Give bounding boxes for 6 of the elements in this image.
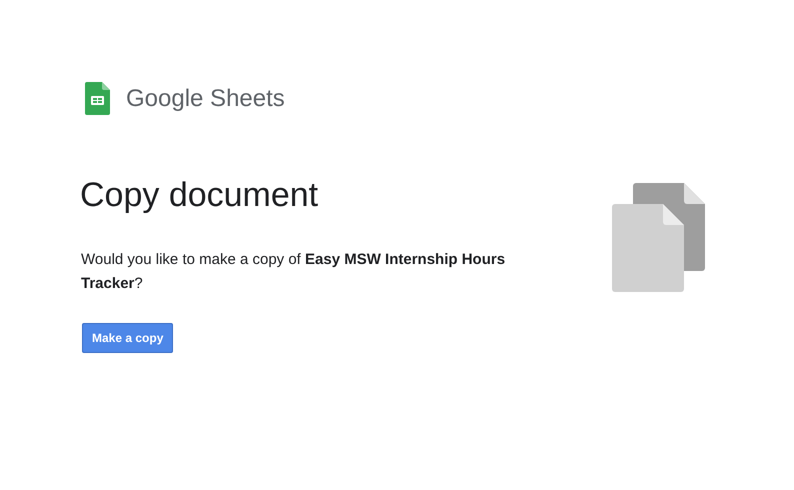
spreadsheet-logo-icon	[85, 82, 110, 115]
copy-prompt: Would you like to make a copy of Easy MSW Internship Hours Tracker?	[81, 250, 506, 294]
documents-icon	[612, 183, 705, 292]
product-name: Google Sheets	[126, 86, 285, 110]
page-title: Copy document	[80, 175, 320, 215]
make-copy-button[interactable]: Make a copy	[82, 323, 174, 353]
